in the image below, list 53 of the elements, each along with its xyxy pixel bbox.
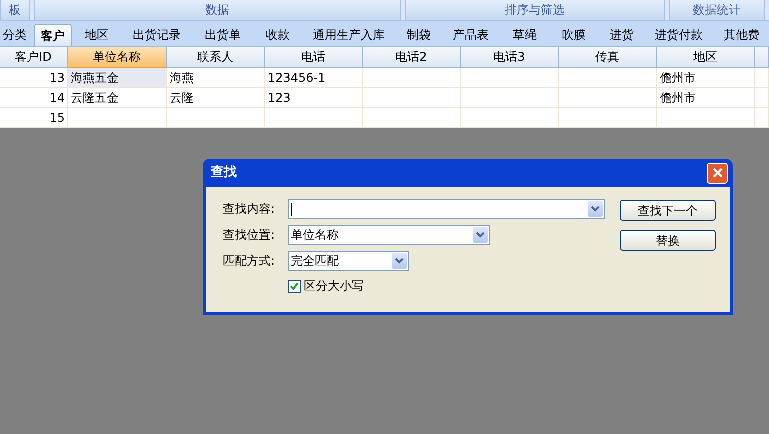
- table-cell: 14: [0, 88, 68, 108]
- table-cell: [755, 88, 769, 108]
- combo-box[interactable]: 完全匹配: [288, 251, 409, 271]
- table-cell: 海燕: [167, 68, 265, 88]
- column-header[interactable]: 电话: [265, 47, 363, 68]
- tab[interactable]: 地区: [72, 24, 122, 46]
- table-cell: 云隆: [167, 88, 265, 108]
- table-cell: 儋州市: [657, 68, 755, 88]
- table-cell: 13: [0, 68, 68, 88]
- column-header[interactable]: 传真: [559, 47, 657, 68]
- column-header[interactable]: 客户ID: [0, 47, 68, 68]
- tab[interactable]: 分类: [0, 24, 30, 46]
- table-cell: 儋州市: [657, 88, 755, 108]
- column-header[interactable]: 联系人: [167, 47, 265, 68]
- field-label: 匹配方式:: [223, 253, 276, 270]
- tab[interactable]: 通用生产入库: [302, 24, 396, 46]
- ribbon-group-label: 数据: [34, 0, 401, 20]
- tab[interactable]: 出货单: [192, 24, 254, 46]
- tab[interactable]: 其他费: [712, 24, 769, 46]
- ribbon-group-label: 数据统计: [669, 0, 765, 20]
- tab[interactable]: 客户: [34, 24, 72, 46]
- close-icon: [712, 167, 724, 179]
- checkbox[interactable]: [288, 280, 301, 292]
- tab[interactable]: 收款: [254, 24, 302, 46]
- column-header[interactable]: 地区: [657, 47, 755, 68]
- combo-box[interactable]: 单位名称: [288, 225, 490, 245]
- window-title: 查找: [211, 164, 237, 182]
- field-label: 查找内容:: [223, 201, 276, 218]
- table-cell: 123: [265, 88, 363, 108]
- field-label: 查找位置:: [223, 227, 276, 244]
- tab[interactable]: 草绳: [500, 24, 550, 46]
- checkbox-label: 区分大小写: [304, 278, 364, 295]
- tab[interactable]: 产品表: [442, 24, 500, 46]
- table-cell: 123456-1: [265, 68, 363, 88]
- table-cell: [755, 68, 769, 88]
- tab[interactable]: 吹膜: [550, 24, 598, 46]
- column-header[interactable]: 电话3: [461, 47, 559, 68]
- column-header[interactable]: 电话2: [363, 47, 461, 68]
- table-cell: 15: [0, 108, 68, 128]
- ribbon-group-label: 板: [0, 0, 30, 20]
- combo-box[interactable]: [288, 199, 605, 219]
- tab[interactable]: 进货: [598, 24, 646, 46]
- tab[interactable]: 制袋: [396, 24, 442, 46]
- table-cell: 云隆五金: [68, 88, 167, 108]
- table-cell: [755, 108, 769, 128]
- tab[interactable]: 出货记录: [122, 24, 192, 46]
- tab[interactable]: 进货付款: [646, 24, 712, 46]
- column-header[interactable]: 单位名称: [68, 47, 167, 68]
- close-button[interactable]: [707, 162, 728, 184]
- ribbon-group-label: 排序与筛选: [405, 0, 665, 20]
- dialog-button[interactable]: 替换: [620, 230, 716, 251]
- table-cell: 海燕五金: [68, 68, 167, 88]
- dialog-button[interactable]: 查找下一个: [620, 200, 716, 221]
